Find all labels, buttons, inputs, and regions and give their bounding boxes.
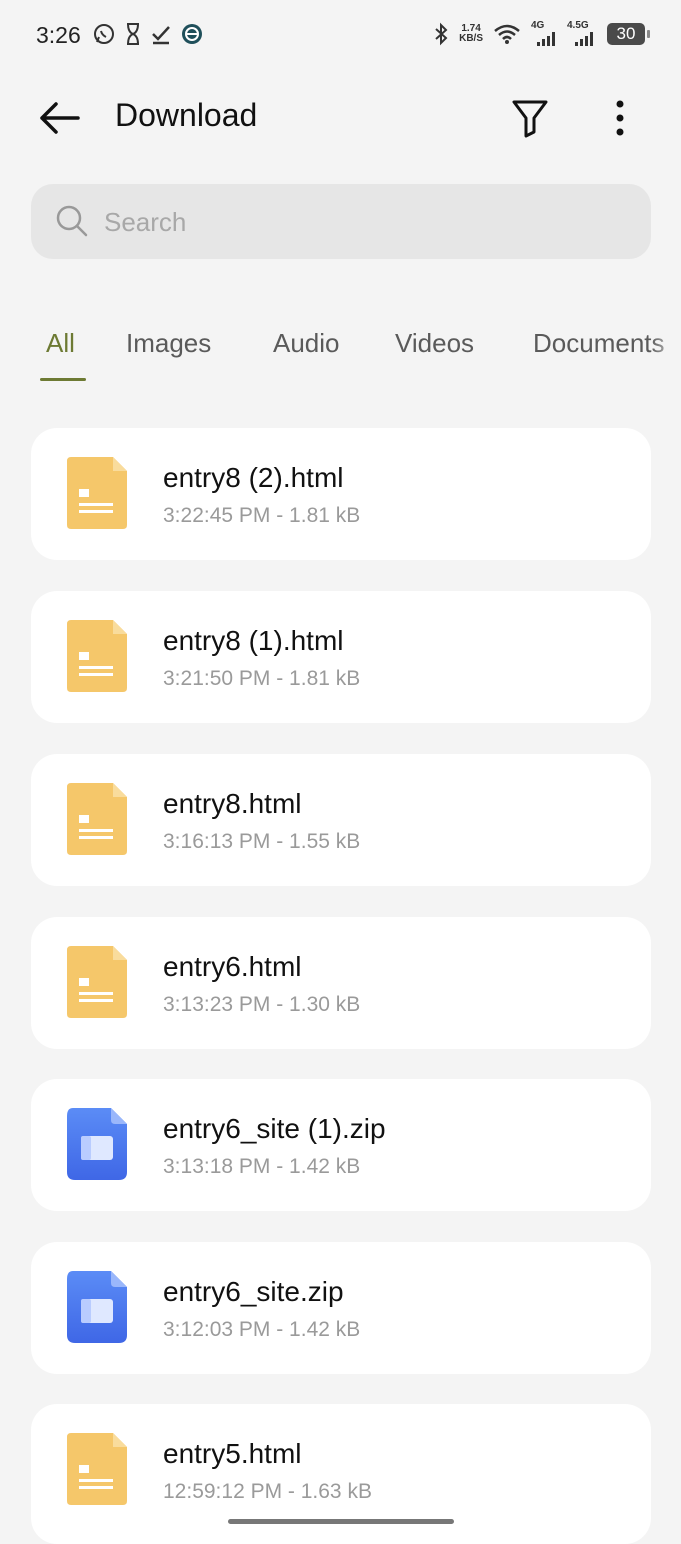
html-file-icon bbox=[67, 946, 127, 1018]
more-options-button[interactable] bbox=[600, 96, 640, 140]
tab-all[interactable]: All bbox=[46, 328, 75, 359]
zip-archive-icon bbox=[67, 1271, 127, 1343]
signal-2: 4.5G bbox=[567, 20, 597, 46]
signal-2-label: 4.5G bbox=[567, 20, 589, 31]
file-name: entry8 (2).html bbox=[163, 462, 344, 493]
file-item[interactable]: entry6_site (1).zip 3:13:18 PM - 1.42 kB bbox=[31, 1079, 651, 1211]
more-vertical-icon bbox=[616, 100, 624, 136]
file-meta: 3:16:13 PM - 1.55 kB bbox=[163, 830, 361, 853]
file-name: entry8.html bbox=[163, 788, 302, 819]
whatsapp-icon bbox=[94, 24, 114, 44]
search-input[interactable] bbox=[102, 184, 626, 261]
arrow-left-icon bbox=[40, 102, 80, 134]
zip-archive-icon bbox=[67, 1108, 127, 1180]
file-item[interactable]: entry8.html 3:16:13 PM - 1.55 kB bbox=[31, 754, 651, 886]
html-file-icon bbox=[67, 457, 127, 529]
file-item[interactable]: entry6.html 3:13:23 PM - 1.30 kB bbox=[31, 917, 651, 1049]
file-name: entry6.html bbox=[163, 951, 302, 982]
status-bar: 3:26 1.74 KB/S 4G 4.5G 30 bbox=[0, 0, 681, 72]
file-item[interactable]: entry8 (1).html 3:21:50 PM - 1.81 kB bbox=[31, 591, 651, 723]
hourglass-icon bbox=[127, 23, 139, 45]
system-icons: 1.74 KB/S 4G 4.5G 30 bbox=[433, 20, 650, 46]
file-name: entry8 (1).html bbox=[163, 625, 344, 656]
file-name: entry6_site.zip bbox=[163, 1276, 344, 1307]
cell-signal-icon bbox=[537, 32, 555, 46]
file-meta: 3:22:45 PM - 1.81 kB bbox=[163, 504, 361, 527]
globe-app-icon bbox=[182, 24, 202, 44]
file-meta: 3:21:50 PM - 1.81 kB bbox=[163, 667, 361, 690]
back-button[interactable] bbox=[36, 96, 84, 140]
search-icon bbox=[56, 205, 88, 237]
file-item[interactable]: entry6_site.zip 3:12:03 PM - 1.42 kB bbox=[31, 1242, 651, 1374]
tab-audio[interactable]: Audio bbox=[273, 328, 340, 359]
file-name: entry6_site (1).zip bbox=[163, 1113, 386, 1144]
notification-icons bbox=[92, 22, 204, 46]
task-check-icon bbox=[152, 26, 170, 45]
top-app-bar: Download bbox=[0, 72, 681, 162]
page-title: Download bbox=[115, 97, 258, 133]
status-time: 3:26 bbox=[36, 22, 81, 48]
file-meta: 3:13:18 PM - 1.42 kB bbox=[163, 1155, 361, 1178]
bluetooth-icon bbox=[435, 22, 448, 46]
network-speed-unit: KB/S bbox=[459, 33, 483, 44]
network-speed: 1.74 KB/S bbox=[459, 24, 483, 44]
file-meta: 12:59:12 PM - 1.63 kB bbox=[163, 1480, 372, 1503]
search-bar[interactable] bbox=[31, 184, 651, 261]
file-name: entry5.html bbox=[163, 1438, 302, 1469]
html-file-icon bbox=[67, 783, 127, 855]
battery-indicator: 30 bbox=[607, 23, 650, 45]
file-item[interactable]: entry8 (2).html 3:22:45 PM - 1.81 kB bbox=[31, 428, 651, 560]
filter-button[interactable] bbox=[508, 94, 552, 142]
signal-1-label: 4G bbox=[531, 20, 545, 31]
cell-signal-icon bbox=[575, 32, 593, 46]
filter-icon bbox=[512, 100, 548, 138]
home-indicator[interactable] bbox=[228, 1519, 454, 1524]
file-meta: 3:13:23 PM - 1.30 kB bbox=[163, 993, 361, 1016]
wifi-icon bbox=[494, 24, 520, 44]
tabs-fade bbox=[651, 300, 681, 390]
file-meta: 3:12:03 PM - 1.42 kB bbox=[163, 1318, 361, 1341]
signal-1: 4G bbox=[531, 20, 557, 46]
tab-videos[interactable]: Videos bbox=[395, 328, 474, 359]
category-tabs: All Images Audio Videos Documents bbox=[0, 300, 681, 390]
html-file-icon bbox=[67, 620, 127, 692]
tab-images[interactable]: Images bbox=[126, 328, 211, 359]
html-file-icon bbox=[67, 1433, 127, 1505]
tab-documents[interactable]: Documents bbox=[533, 328, 665, 359]
tab-active-indicator bbox=[40, 378, 86, 381]
